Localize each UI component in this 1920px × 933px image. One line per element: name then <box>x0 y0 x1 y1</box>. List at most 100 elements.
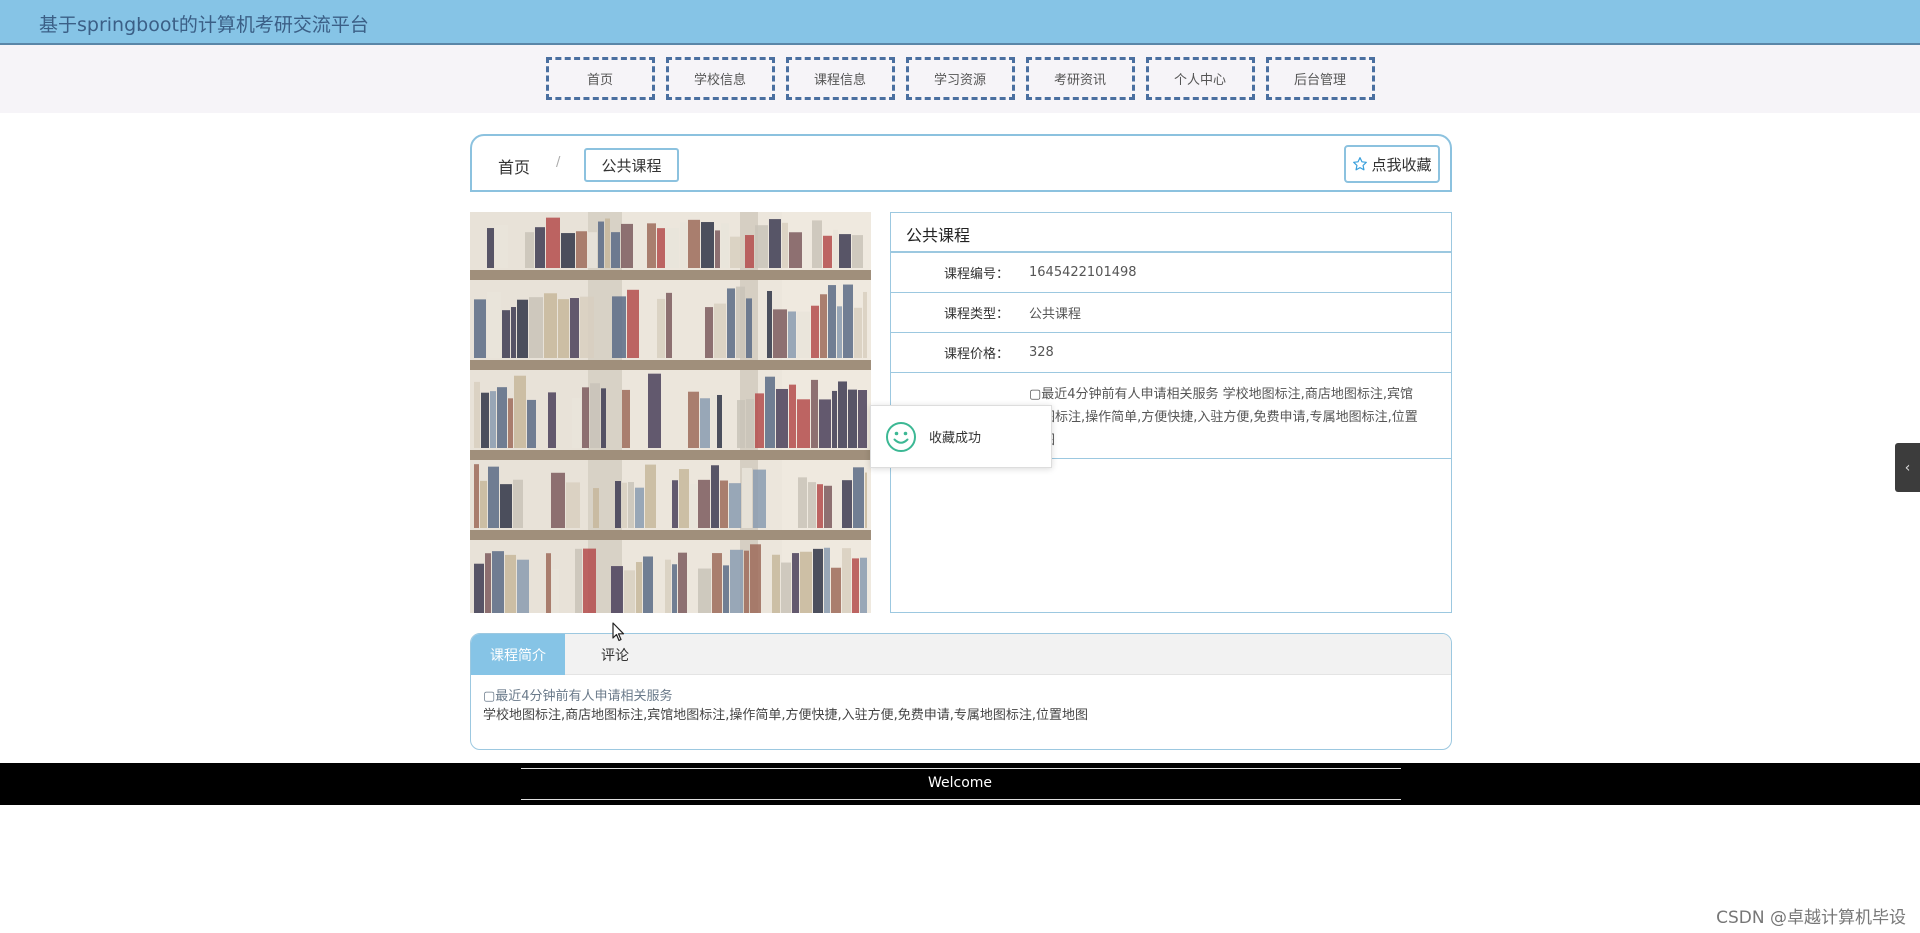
book-spine <box>487 228 494 268</box>
book-spine <box>529 297 543 358</box>
book-spine <box>621 223 633 268</box>
book-spine <box>765 376 775 448</box>
book-spine <box>500 484 512 528</box>
book-spine <box>624 570 635 613</box>
detail-row-course-number: 课程编号： 1645422101498 <box>891 253 1451 293</box>
nav-item-study-resources[interactable]: 学习资源 <box>905 57 1015 100</box>
book-spine <box>601 388 606 448</box>
book-spine <box>837 306 842 358</box>
book-spine <box>645 464 656 528</box>
book-spine <box>497 387 507 448</box>
book-spine <box>474 299 486 358</box>
main-nav: 首页 学校信息 课程信息 学习资源 考研资讯 个人中心 后台管理 <box>0 57 1920 100</box>
book-spine <box>839 234 851 268</box>
book-spine <box>789 384 796 448</box>
nav-item-personal-center[interactable]: 个人中心 <box>1145 57 1255 100</box>
book-spine <box>711 395 716 448</box>
book-spine <box>833 229 838 268</box>
book-spine <box>525 232 534 268</box>
book-spine <box>730 236 744 268</box>
detail-row-course-price: 课程价格： 328 <box>891 333 1451 373</box>
book-spine <box>711 465 719 528</box>
book-spine <box>480 480 487 528</box>
book-spine <box>558 299 569 358</box>
book-spine <box>717 394 722 448</box>
book-spine <box>566 482 580 528</box>
book-spine <box>843 284 853 358</box>
book-spine <box>580 296 594 358</box>
tab-course-intro[interactable]: 课程简介 <box>471 634 565 675</box>
book-spine <box>492 551 504 613</box>
row-label: 课程价格： <box>943 347 1009 362</box>
book-spine <box>679 469 689 528</box>
book-spine <box>527 399 536 448</box>
row-value: 328 <box>1029 345 1054 360</box>
smile-icon <box>886 421 916 452</box>
book-spine <box>714 303 726 358</box>
book-spine <box>745 235 754 268</box>
book-spine <box>546 553 551 613</box>
book-spine <box>701 222 714 268</box>
book-spine <box>495 225 508 268</box>
book-spine <box>854 307 862 358</box>
book-spine <box>582 387 589 448</box>
book-spine <box>605 218 610 268</box>
book-spine <box>570 298 579 358</box>
book-spine <box>824 485 832 528</box>
chevron-left-icon[interactable]: ‹ <box>1895 443 1920 492</box>
book-spine <box>648 373 661 448</box>
book-spine <box>750 544 761 613</box>
nav-item-home[interactable]: 首页 <box>545 57 655 100</box>
book-spine <box>593 488 599 528</box>
book-spine <box>481 392 489 448</box>
book-spine <box>666 227 679 268</box>
book-spine <box>842 480 852 528</box>
toast-text: 收藏成功 <box>929 431 982 446</box>
book-spine <box>782 222 788 268</box>
book-spine <box>514 375 526 448</box>
nav-item-admin[interactable]: 后台管理 <box>1265 57 1375 100</box>
favorite-button[interactable]: 点我收藏 <box>1344 145 1440 183</box>
book-spine <box>513 479 523 528</box>
book-spine <box>488 466 499 528</box>
book-spine <box>517 559 529 613</box>
breadcrumb-separator: / <box>556 155 561 170</box>
nav-band: 首页 学校信息 课程信息 学习资源 考研资讯 个人中心 后台管理 <box>0 45 1920 113</box>
watermark: CSDN @卓越计算机毕设 <box>1716 908 1906 928</box>
book-spine <box>474 464 479 528</box>
book-spine <box>736 286 745 358</box>
book-spine <box>502 310 510 358</box>
bookshelf-photo <box>470 212 871 613</box>
intro-line: 学校地图标注,商店地图标注,宾馆地图标注,操作简单,方便快捷,入驻方便,免费申请… <box>483 708 1089 723</box>
intro-line: ▢最近4分钟前有人申请相关服务 <box>483 689 673 704</box>
toast-favorite-success: 收藏成功 <box>870 405 1052 468</box>
book-spine <box>611 232 620 268</box>
book-spine <box>812 220 822 268</box>
nav-item-exam-news[interactable]: 考研资讯 <box>1025 57 1135 100</box>
book-spine <box>598 221 604 268</box>
nav-item-school-info[interactable]: 学校信息 <box>665 57 775 100</box>
book-spine <box>474 563 484 613</box>
breadcrumb-home-link[interactable]: 首页 <box>498 154 530 178</box>
tab-content: ▢最近4分钟前有人申请相关服务 学校地图标注,商店地图标注,宾馆地图标注,操作简… <box>471 675 1451 737</box>
site-title: 基于springboot的计算机考研交流平台 <box>39 14 369 36</box>
book-spine <box>561 233 575 268</box>
mouse-cursor-icon <box>612 622 625 642</box>
book-spine <box>860 557 867 613</box>
book-spine <box>643 556 653 613</box>
book-spine <box>720 480 728 528</box>
book-spine <box>490 391 496 448</box>
book-spine <box>797 311 810 358</box>
book-spine <box>811 305 819 358</box>
nav-item-course-info[interactable]: 课程信息 <box>785 57 895 100</box>
book-spine <box>590 383 600 448</box>
book-spine <box>680 222 687 268</box>
book-spine <box>588 232 597 268</box>
book-spine <box>823 235 832 268</box>
book-spine <box>546 217 560 268</box>
book-spine <box>781 562 791 613</box>
book-spine <box>729 483 741 528</box>
book-spine <box>612 296 626 358</box>
row-value-description: ▢最近4分钟前有人申请相关服务 学校地图标注,商店地图标注,宾馆地图标注,操作简… <box>1029 387 1418 448</box>
book-spine <box>698 568 711 613</box>
